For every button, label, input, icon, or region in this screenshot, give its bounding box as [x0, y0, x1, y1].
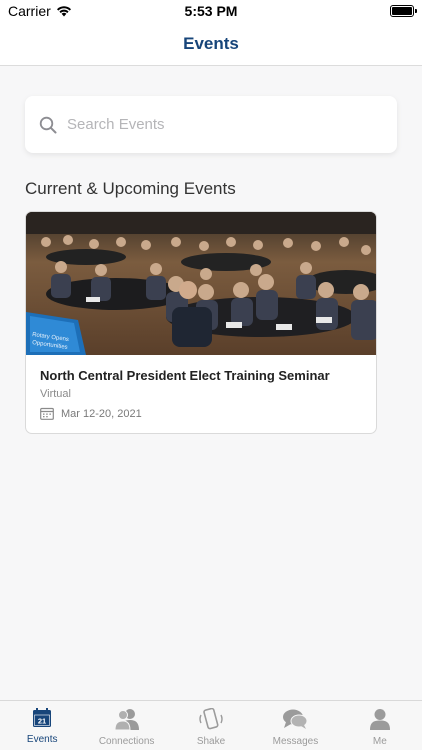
tab-label: Messages: [272, 736, 319, 747]
event-card[interactable]: Rotary Opens Opportunities North Central…: [25, 211, 377, 434]
event-photo: Rotary Opens Opportunities: [26, 212, 376, 355]
section-title: Current & Upcoming Events: [25, 179, 236, 198]
battery-icon: [390, 5, 417, 17]
tab-label: Shake: [196, 736, 226, 747]
tab-connections[interactable]: Connections: [84, 701, 168, 750]
search-bar[interactable]: [25, 96, 397, 153]
tab-messages[interactable]: Messages: [253, 701, 337, 750]
status-bar: Carrier 5:53 PM: [0, 0, 422, 24]
people-icon: [114, 709, 139, 730]
search-icon: [39, 116, 57, 133]
tab-me[interactable]: Me: [338, 701, 422, 750]
navigation-bar: Events: [0, 24, 422, 66]
event-location: Virtual: [40, 388, 71, 400]
tab-shake[interactable]: Shake: [169, 701, 253, 750]
event-date: Mar 12-20, 2021: [61, 407, 142, 420]
event-date-row: Mar 12-20, 2021: [40, 407, 362, 420]
tab-label: Connections: [98, 736, 155, 747]
shake-phone-icon: [199, 708, 223, 730]
page-title: Events: [183, 34, 239, 53]
person-icon: [369, 709, 390, 730]
calendar-badge: 21: [38, 717, 46, 726]
tab-label: Events: [26, 734, 58, 745]
tab-bar: 21 Events Connections Shake Messages Me: [0, 700, 422, 750]
calendar-icon: 21: [33, 708, 52, 727]
event-title: North Central President Elect Training S…: [40, 368, 330, 383]
tab-events[interactable]: 21 Events: [0, 701, 84, 750]
search-input[interactable]: [67, 116, 367, 133]
chat-bubbles-icon: [283, 709, 308, 729]
calendar-icon: [40, 407, 54, 420]
tab-label: Me: [372, 736, 387, 747]
clock: 5:53 PM: [184, 3, 238, 19]
